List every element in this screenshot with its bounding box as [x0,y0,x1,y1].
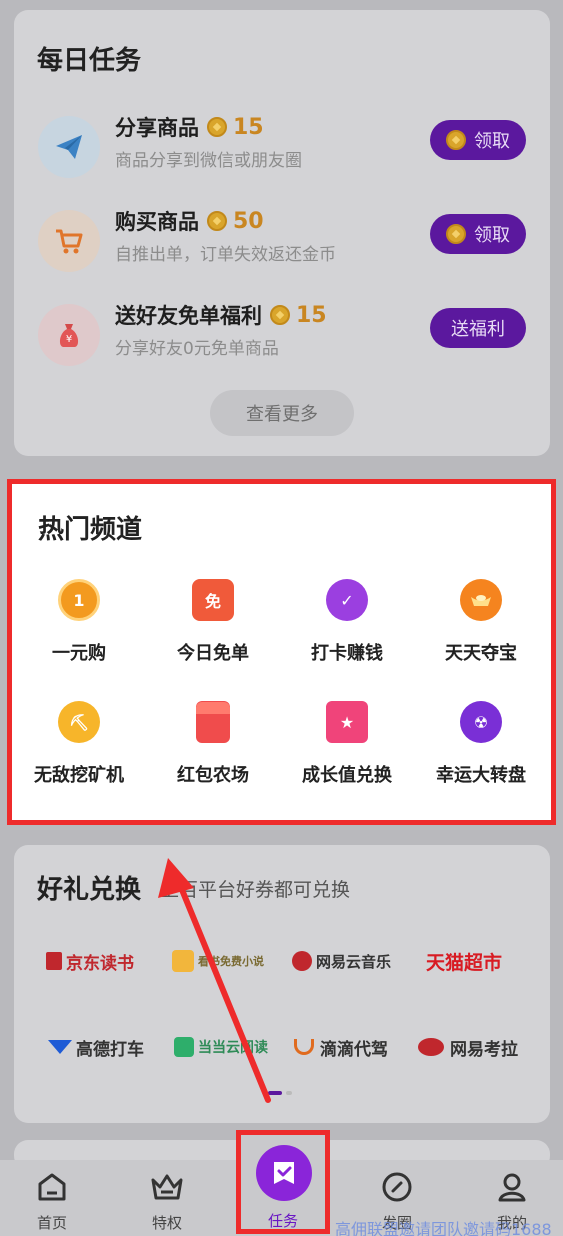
channel-label: 一元购 [52,643,106,664]
hot-channels-panel: 热门频道 1 一元购 免 今日免单 ✓ 打卡赚钱 天天夺宝 ⛏ 无敌挖矿机 红包… [7,479,556,825]
task-icon [256,1145,312,1201]
ingot-icon [460,579,502,621]
channel-label: 天天夺宝 [445,643,517,664]
channel-item[interactable]: ✓ 打卡赚钱 [280,579,414,665]
channel-label: 无敌挖矿机 [34,765,124,786]
task-reward: 15 [296,302,327,328]
channel-item[interactable]: ★ 成长值兑换 [280,701,414,787]
glasses-icon [172,950,194,972]
task-desc: 分享好友0元免单商品 [115,339,279,359]
page: 每日任务 分享商品 15 商品分享到微信或朋友圈 领取 购买商品 50 自推出单… [0,0,563,1236]
brand-tmall-supermarket[interactable]: 天猫超市 [426,941,502,981]
channel-label: 幸运大转盘 [436,765,526,786]
task-item: ¥ 送好友免单福利 15 分享好友0元免单商品 送福利 [14,298,550,378]
task-item: 购买商品 50 自推出单，订单失效返还金币 领取 [14,204,550,284]
channel-item[interactable]: ⛏ 无敌挖矿机 [12,701,146,787]
gift-exchange-card: 好礼兑换 上百平台好券都可兑换 京东读书 看书免费小说 网易云音乐 天猫超市 高… [14,845,550,1123]
pickaxe-icon: ⛏ [58,701,100,743]
channel-item[interactable]: 免 今日免单 [146,579,280,665]
free-order-icon: 免 [192,579,234,621]
coin-icon [207,211,227,231]
coin-icon [270,305,290,325]
channel-label: 红包农场 [177,765,249,786]
dangdang-icon [174,1037,194,1057]
coin-icon [446,130,466,150]
channel-label: 打卡赚钱 [311,643,383,664]
task-name: 购买商品 [115,210,199,234]
brand-novel[interactable]: 看书免费小说 [172,941,264,981]
red-envelope-icon [196,701,230,743]
task-reward: 15 [233,114,264,140]
music-icon [292,951,312,971]
tab-privilege[interactable]: 特权 [127,1170,207,1233]
kaola-icon [418,1038,444,1056]
alarm-clock-icon: ✓ [326,579,368,621]
task-item: 分享商品 15 商品分享到微信或朋友圈 领取 [14,110,550,190]
tab-tasks[interactable]: 任务 [236,1130,330,1234]
svg-text:¥: ¥ [66,334,72,345]
channel-item[interactable]: ☢ 幸运大转盘 [414,701,548,787]
channel-item[interactable]: 天天夺宝 [414,579,548,665]
one-yuan-icon: 1 [58,579,100,621]
task-reward: 50 [233,208,264,234]
shopping-cart-icon [38,210,100,272]
send-welfare-button[interactable]: 送福利 [430,308,526,348]
brand-kaola[interactable]: 网易考拉 [418,1027,518,1067]
pager-dots [268,1091,292,1095]
watermark: 高佣联盟邀请团队邀请码1688 [335,1220,552,1236]
brand-didi-driver[interactable]: 滴滴代驾 [294,1027,388,1067]
channel-label: 今日免单 [177,643,249,664]
crown-icon [150,1170,184,1204]
task-desc: 商品分享到微信或朋友圈 [115,151,302,171]
wheel-icon: ☢ [460,701,502,743]
amap-icon [48,1040,72,1054]
brand-dangdang[interactable]: 当当云阅读 [174,1027,268,1067]
channel-item[interactable]: 1 一元购 [12,579,146,665]
coin-icon [207,117,227,137]
book-icon [46,952,62,970]
claim-button[interactable]: 领取 [430,120,526,160]
claim-button[interactable]: 领取 [430,214,526,254]
task-name: 送好友免单福利 [115,304,262,328]
brand-netease-music[interactable]: 网易云音乐 [292,941,391,981]
didi-icon [294,1039,314,1055]
brand-jd-reading[interactable]: 京东读书 [46,941,134,981]
daily-tasks-card: 每日任务 分享商品 15 商品分享到微信或朋友圈 领取 购买商品 50 自推出单… [14,10,550,456]
coin-icon [446,224,466,244]
home-icon [35,1170,69,1204]
user-icon [495,1170,529,1204]
channel-item[interactable]: 红包农场 [146,701,280,787]
view-more-button[interactable]: 查看更多 [210,390,354,436]
task-desc: 自推出单，订单失效返还金币 [115,245,336,265]
pager-dot [286,1091,292,1095]
task-name: 分享商品 [115,116,199,140]
channel-label: 成长值兑换 [302,765,392,786]
gift-exchange-subtitle: 上百平台好券都可兑换 [160,879,351,901]
compass-icon [380,1170,414,1204]
gift-exchange-title: 好礼兑换 [37,875,142,905]
tab-home[interactable]: 首页 [12,1170,92,1233]
daily-tasks-title: 每日任务 [37,46,142,76]
pager-dot-active [268,1091,282,1095]
money-bag-icon: ¥ [38,304,100,366]
paper-plane-icon [38,116,100,178]
star-icon: ★ [326,701,368,743]
hot-channels-title: 热门频道 [38,515,143,545]
brand-amap-taxi[interactable]: 高德打车 [48,1027,144,1067]
